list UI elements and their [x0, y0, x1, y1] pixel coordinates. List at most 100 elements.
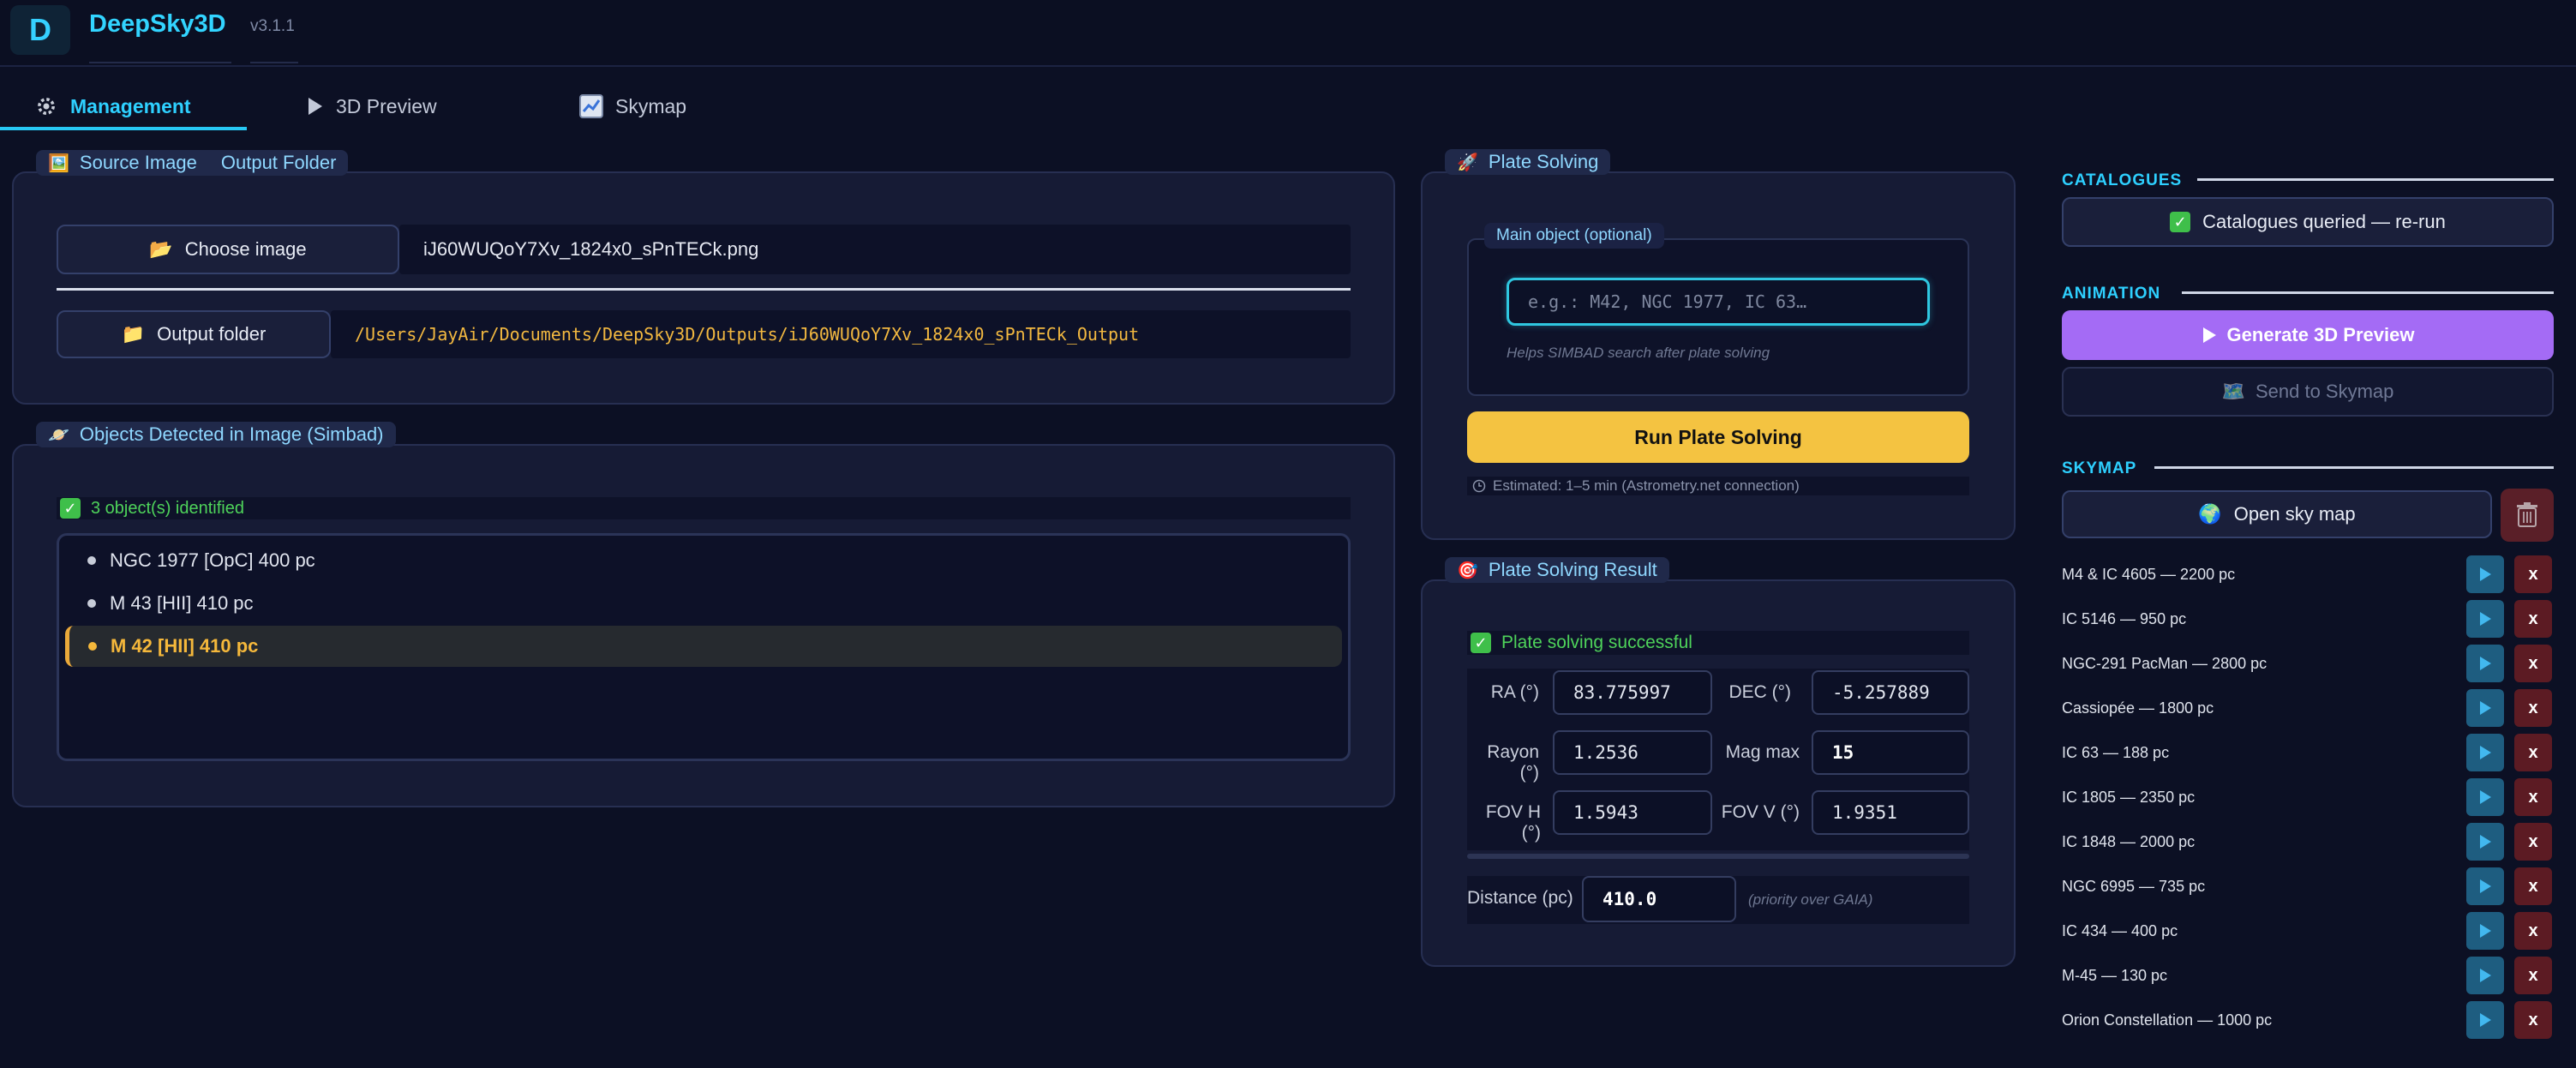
skymap-play-button[interactable]	[2466, 600, 2504, 638]
play-icon	[2480, 879, 2491, 893]
tab-skymap[interactable]: Skymap	[579, 82, 686, 130]
play-icon	[2480, 746, 2491, 759]
run-plate-solving-button[interactable]: Run Plate Solving	[1467, 411, 1969, 463]
skymap-play-button[interactable]	[2466, 957, 2504, 994]
result-status-text: Plate solving successful	[1501, 633, 1692, 652]
bullet-icon	[87, 556, 96, 565]
tab-management[interactable]: Management	[34, 82, 191, 130]
skymap-play-button[interactable]	[2466, 867, 2504, 905]
fovh-field[interactable]: 1.5943	[1553, 790, 1712, 835]
objects-status-text: 3 object(s) identified	[91, 498, 244, 518]
skymap-play-button[interactable]	[2466, 555, 2504, 593]
skymap-item-label: IC 1848 — 2000 pc	[2062, 833, 2196, 850]
skymap-delete-button[interactable]: x	[2514, 912, 2552, 950]
skymap-item-label: IC 1805 — 2350 pc	[2062, 789, 2196, 806]
skymap-item-label: IC 5146 — 950 pc	[2062, 610, 2187, 627]
target-icon: 🎯	[1457, 561, 1478, 580]
skymap-delete-button[interactable]: x	[2514, 689, 2552, 727]
main-object-hint: Helps SIMBAD search after plate solving	[1507, 345, 1770, 361]
rayon-label: Rayon (°)	[1487, 742, 1539, 783]
skymap-item-label: IC 434 — 400 pc	[2062, 922, 2178, 939]
folder-icon: 📂	[149, 238, 173, 260]
open-sky-map-label: Open sky map	[2233, 503, 2356, 525]
check-icon: ✓	[60, 498, 81, 519]
output-folder-label: Output folder	[157, 323, 267, 345]
map-icon: 🗺️	[2221, 381, 2245, 402]
skymap-delete-button[interactable]: x	[2514, 1001, 2552, 1039]
open-sky-map-button[interactable]: 🌍 Open sky map	[2062, 490, 2492, 538]
skymap-delete-button[interactable]: x	[2514, 734, 2552, 771]
rayon-field[interactable]: 1.2536	[1553, 730, 1712, 775]
estimate-note: Estimated: 1–5 min (Astrometry.net conne…	[1467, 477, 1969, 495]
play-icon	[2480, 657, 2491, 670]
generate-3d-preview-button[interactable]: Generate 3D Preview	[2062, 310, 2554, 360]
title-underline	[89, 62, 231, 63]
skymap-play-button[interactable]	[2466, 823, 2504, 861]
fovh-label: FOV H (°)	[1485, 802, 1541, 843]
output-legend-label: Output Folder	[220, 152, 337, 173]
skymap-delete-button[interactable]: x	[2514, 645, 2552, 682]
tab-skymap-label: Skymap	[615, 94, 687, 117]
source-divider	[57, 288, 1351, 291]
skymap-delete-button[interactable]: x	[2514, 600, 2552, 638]
app-version: v3.1.1	[250, 17, 295, 35]
object-label: M 42 [HII] 410 pc	[111, 635, 259, 657]
clear-skymap-button[interactable]	[2501, 489, 2554, 542]
catalogues-line	[2197, 178, 2554, 181]
app-logo: D	[10, 5, 70, 55]
skymap-item-label: NGC-291 PacMan — 2800 pc	[2062, 655, 2267, 672]
planet-icon: 🪐	[48, 425, 69, 445]
objects-legend-label: Objects Detected in Image (Simbad)	[79, 423, 384, 445]
skymap-play-button[interactable]	[2466, 689, 2504, 727]
app-title: DeepSky3D	[89, 10, 226, 38]
skymap-play-button[interactable]	[2466, 645, 2504, 682]
skymap-item-label: M-45 — 130 pc	[2062, 967, 2168, 984]
skymap-play-button[interactable]	[2466, 912, 2504, 950]
objects-status: ✓ 3 object(s) identified	[57, 497, 1351, 519]
distance-field[interactable]: 410.0	[1582, 876, 1736, 922]
source-legend-label: Source Image	[79, 152, 197, 173]
object-label: M 43 [HII] 410 pc	[110, 592, 254, 614]
list-item-selected[interactable]: M 42 [HII] 410 pc	[65, 626, 1342, 667]
play-icon	[2480, 612, 2491, 626]
image-icon: 🖼️	[48, 153, 69, 173]
source-legend: 🖼️ Source Image Output Folder	[36, 150, 349, 176]
skymap-delete-button[interactable]: x	[2514, 555, 2552, 593]
generate-label: Generate 3D Preview	[2226, 324, 2415, 345]
result-legend-label: Plate Solving Result	[1488, 559, 1657, 580]
choose-image-button[interactable]: 📂 Choose image	[57, 225, 399, 274]
filename-display: iJ60WUQoY7Xv_1824x0_sPnTECk.png	[399, 225, 1351, 274]
skymap-play-button[interactable]	[2466, 734, 2504, 771]
skymap-item-label: NGC 6995 — 735 pc	[2062, 878, 2206, 895]
trash-icon	[2517, 502, 2537, 527]
fovv-field[interactable]: 1.9351	[1812, 790, 1969, 835]
folder-icon: 📁	[121, 323, 146, 345]
skymap-delete-button[interactable]: x	[2514, 957, 2552, 994]
skymap-delete-button[interactable]: x	[2514, 823, 2552, 861]
skymap-item-label: Orion Constellation — 1000 pc	[2062, 1011, 2273, 1029]
play-icon	[2480, 567, 2491, 581]
objects-legend: 🪐 Objects Detected in Image (Simbad)	[36, 422, 396, 447]
result-status: ✓ Plate solving successful	[1467, 631, 1969, 655]
magmax-field[interactable]: 15	[1812, 730, 1969, 775]
main-object-input[interactable]: e.g.: M42, NGC 1977, IC 63…	[1507, 278, 1930, 326]
skymap-delete-button[interactable]: x	[2514, 778, 2552, 816]
check-icon: ✓	[2170, 212, 2191, 232]
skymap-play-button[interactable]	[2466, 778, 2504, 816]
skymap-play-button[interactable]	[2466, 1001, 2504, 1039]
output-folder-button[interactable]: 📁 Output folder	[57, 310, 331, 358]
tab-3d-preview[interactable]: 3D Preview	[307, 82, 437, 130]
catalogues-rerun-button[interactable]: ✓ Catalogues queried — re-run	[2062, 197, 2554, 247]
rocket-icon: 🚀	[1457, 153, 1478, 172]
distance-label: Distance (pc)	[1467, 888, 1573, 908]
list-item[interactable]: NGC 1977 [OpC] 400 pc	[69, 540, 1364, 581]
skymap-item-label: IC 63 — 188 pc	[2062, 744, 2170, 761]
list-item[interactable]: M 43 [HII] 410 pc	[69, 583, 1364, 624]
dec-field[interactable]: -5.257889	[1812, 670, 1969, 715]
result-legend: 🎯 Plate Solving Result	[1445, 557, 1669, 583]
send-to-skymap-button[interactable]: 🗺️ Send to Skymap	[2062, 367, 2554, 417]
distance-note: (priority over GAIA)	[1748, 891, 1873, 908]
ra-field[interactable]: 83.775997	[1553, 670, 1712, 715]
logo-letter: D	[29, 12, 51, 47]
skymap-delete-button[interactable]: x	[2514, 867, 2552, 905]
